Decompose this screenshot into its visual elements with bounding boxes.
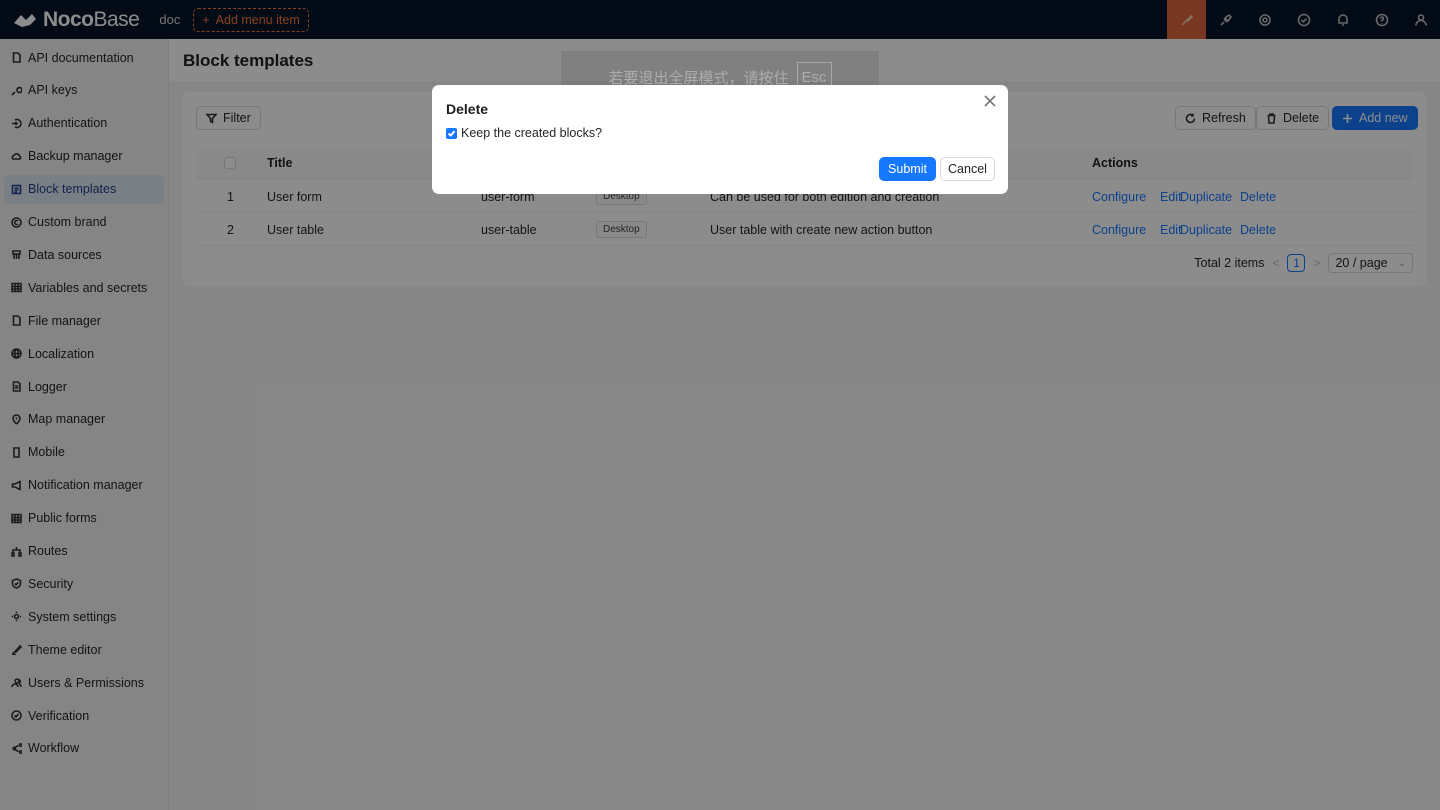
- checkmark-icon: [447, 130, 456, 137]
- keep-blocks-option[interactable]: Keep the created blocks?: [446, 126, 602, 140]
- cancel-button[interactable]: Cancel: [940, 157, 995, 181]
- submit-button[interactable]: Submit: [879, 157, 936, 181]
- close-button[interactable]: [984, 95, 998, 109]
- modal-title: Delete: [446, 101, 489, 117]
- keep-blocks-checkbox[interactable]: [446, 127, 457, 139]
- keep-blocks-label: Keep the created blocks?: [461, 126, 603, 140]
- close-icon: [984, 95, 996, 107]
- delete-modal: Delete Keep the created blocks? Submit C…: [432, 85, 1008, 194]
